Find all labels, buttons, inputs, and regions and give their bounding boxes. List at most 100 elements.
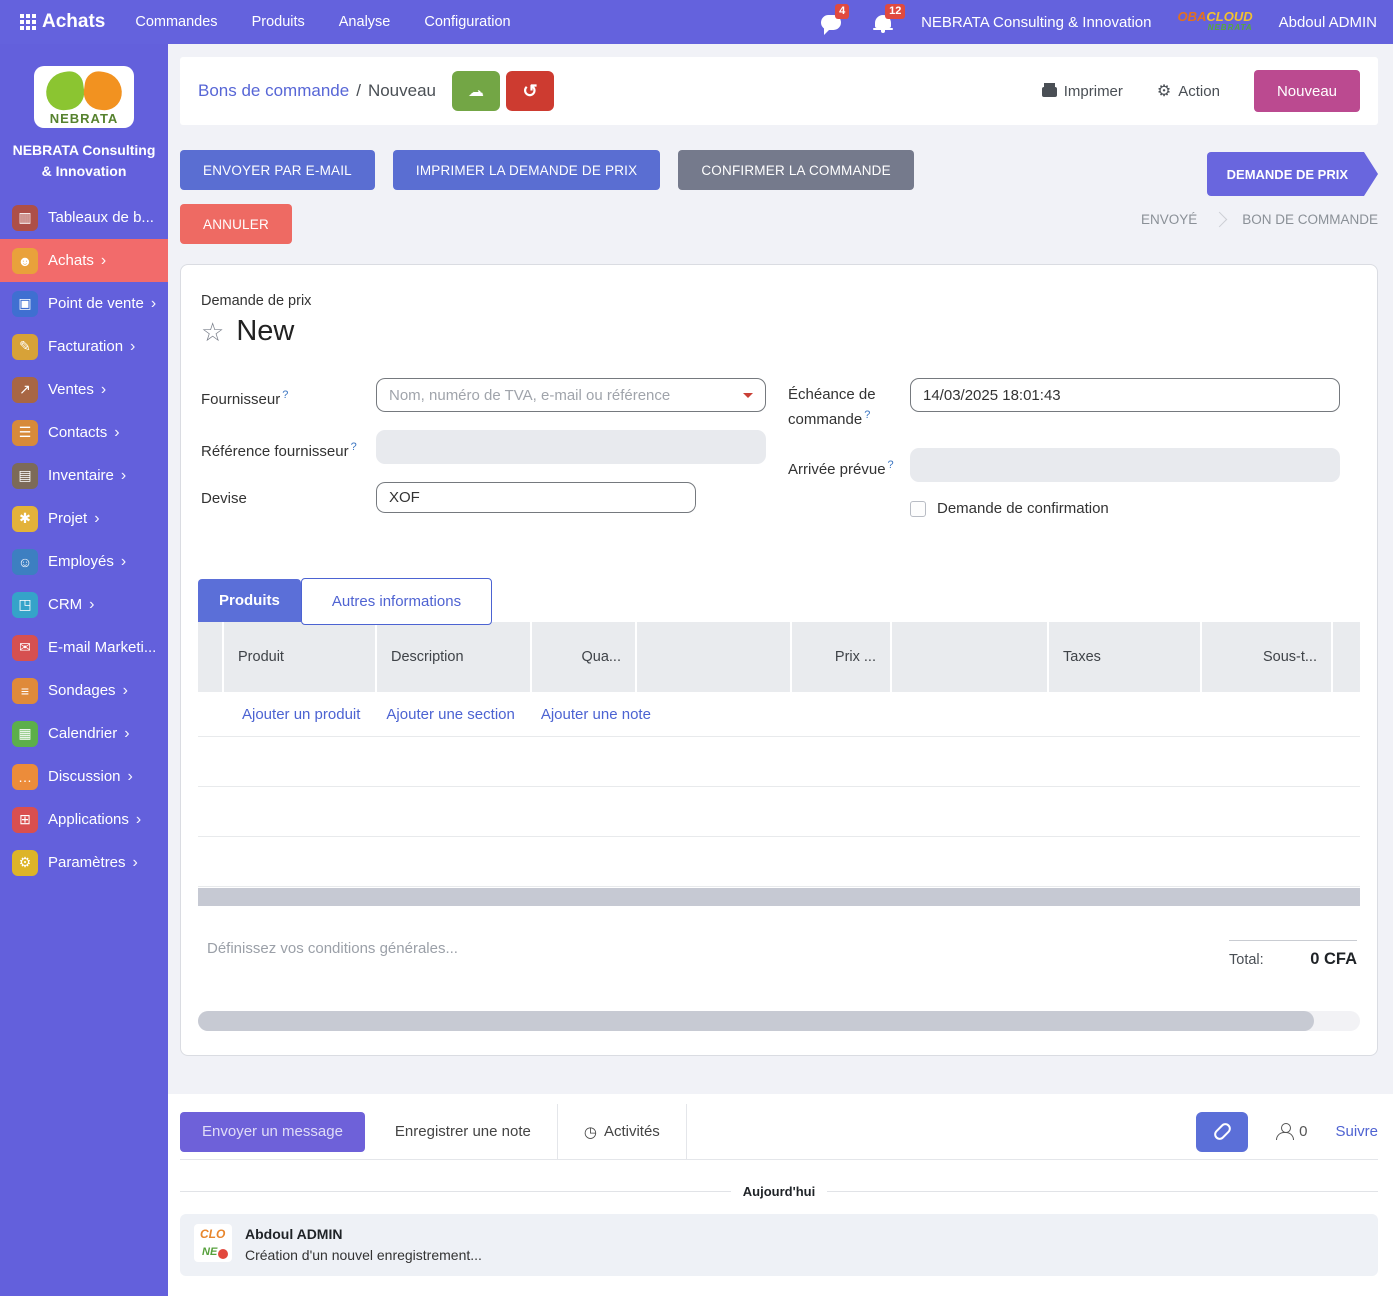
help-marker: ? bbox=[888, 459, 894, 471]
app-name[interactable]: Achats bbox=[42, 11, 105, 33]
chevron-right-icon: › bbox=[101, 252, 106, 270]
devise-input[interactable] bbox=[389, 489, 683, 506]
add-section-link[interactable]: Ajouter une section bbox=[386, 706, 514, 723]
chevron-right-icon bbox=[1212, 212, 1228, 228]
calendar-icon: ▦ bbox=[12, 721, 38, 747]
demande-confirmation-checkbox[interactable] bbox=[910, 501, 926, 517]
chevron-right-icon: › bbox=[128, 768, 133, 786]
divider bbox=[557, 1104, 558, 1160]
column-blank-2 bbox=[892, 622, 1049, 692]
table-horizontal-scrollbar[interactable] bbox=[198, 888, 1360, 906]
form-horizontal-scrollbar bbox=[198, 1011, 1360, 1031]
send-email-button[interactable]: ENVOYER PAR E-MAIL bbox=[180, 150, 375, 190]
sidebar-item-inventaire[interactable]: ▤ Inventaire › bbox=[0, 454, 168, 497]
attach-file-button[interactable] bbox=[1196, 1112, 1248, 1152]
sidebar-item-projet[interactable]: ✱ Projet › bbox=[0, 497, 168, 540]
employees-icon: ☺ bbox=[12, 549, 38, 575]
sidebar-item-calendrier[interactable]: ▦ Calendrier › bbox=[0, 712, 168, 755]
status-demande-de-prix[interactable]: DEMANDE DE PRIX bbox=[1207, 152, 1378, 196]
chevron-right-icon: › bbox=[121, 553, 126, 571]
nav-menu-analyse[interactable]: Analyse bbox=[339, 14, 391, 30]
fournisseur-input[interactable] bbox=[389, 387, 753, 404]
sidebar-menu: ▥ Tableaux de b... ☻ Achats › ▣ Point de… bbox=[0, 196, 168, 884]
echeance-field[interactable] bbox=[910, 378, 1340, 412]
apps-grid-icon[interactable] bbox=[20, 14, 24, 18]
message-body: Création d'un nouvel enregistrement... bbox=[245, 1247, 482, 1263]
status-bar: DEMANDE DE PRIX ENVOYÉ BON DE COMMANDE bbox=[1141, 150, 1378, 244]
tab-autres-informations[interactable]: Autres informations bbox=[301, 578, 492, 625]
fournisseur-field[interactable] bbox=[376, 378, 766, 412]
add-note-link[interactable]: Ajouter une note bbox=[541, 706, 651, 723]
email-marketing-icon: ✉ bbox=[12, 635, 38, 661]
notifications-button[interactable]: 12 bbox=[871, 12, 895, 32]
add-product-link[interactable]: Ajouter un produit bbox=[242, 706, 360, 723]
nav-menu-configuration[interactable]: Configuration bbox=[424, 14, 510, 30]
sidebar-item-ventes[interactable]: ↗ Ventes › bbox=[0, 368, 168, 411]
sidebar-item-point-de-vente[interactable]: ▣ Point de vente › bbox=[0, 282, 168, 325]
sidebar-item-sondages[interactable]: ≡ Sondages › bbox=[0, 669, 168, 712]
person-icon bbox=[1276, 1123, 1294, 1140]
sidebar-item-tableaux-de-bord[interactable]: ▥ Tableaux de b... bbox=[0, 196, 168, 239]
help-marker: ? bbox=[282, 389, 288, 401]
send-message-button[interactable]: Envoyer un message bbox=[180, 1112, 365, 1152]
chatter: Envoyer un message Enregistrer une note … bbox=[168, 1094, 1393, 1296]
control-panel: Bons de commande / Nouveau ☁▲ ↺ Imprimer… bbox=[180, 57, 1378, 125]
avatar: CLO NE bbox=[194, 1224, 232, 1262]
discard-button[interactable]: ↺ bbox=[506, 71, 554, 111]
favorite-star-icon[interactable]: ☆ bbox=[201, 319, 224, 345]
cancel-button[interactable]: ANNULER bbox=[180, 204, 292, 244]
chevron-right-icon: › bbox=[121, 467, 126, 485]
notebook-tabs: Produits Autres informations bbox=[198, 575, 1360, 622]
echeance-input[interactable] bbox=[923, 387, 1327, 404]
messages-button[interactable]: 4 bbox=[821, 12, 845, 32]
column-sous-total: Sous-t... bbox=[1202, 622, 1333, 692]
sidebar-item-contacts[interactable]: ☰ Contacts › bbox=[0, 411, 168, 454]
new-button[interactable]: Nouveau bbox=[1254, 70, 1360, 112]
activities-button[interactable]: ◷ Activités bbox=[584, 1123, 660, 1141]
nav-menu-commandes[interactable]: Commandes bbox=[135, 14, 217, 30]
log-note-button[interactable]: Enregistrer une note bbox=[395, 1123, 531, 1140]
column-end bbox=[1333, 622, 1361, 692]
arrivee-prevue-label: Arrivée prévue? bbox=[788, 448, 910, 480]
sidebar-item-discussion[interactable]: … Discussion › bbox=[0, 755, 168, 798]
devise-field[interactable] bbox=[376, 482, 696, 513]
total-block: Total: 0 CFA bbox=[1229, 940, 1357, 969]
sidebar-item-email-marketing[interactable]: ✉ E-mail Marketi... bbox=[0, 626, 168, 669]
save-button[interactable]: ☁▲ bbox=[452, 71, 500, 111]
sidebar-item-applications[interactable]: ⊞ Applications › bbox=[0, 798, 168, 841]
column-description: Description bbox=[377, 622, 532, 692]
reference-fournisseur-label: Référence fournisseur? bbox=[201, 430, 376, 462]
sidebar-item-employes[interactable]: ☺ Employés › bbox=[0, 540, 168, 583]
tab-produits[interactable]: Produits bbox=[198, 579, 301, 622]
status-envoye[interactable]: ENVOYÉ bbox=[1141, 212, 1197, 227]
breadcrumb-separator: / bbox=[356, 81, 361, 101]
breadcrumb-parent[interactable]: Bons de commande bbox=[198, 81, 349, 101]
nav-menu-produits[interactable]: Produits bbox=[252, 14, 305, 30]
print-rfq-button[interactable]: IMPRIMER LA DEMANDE DE PRIX bbox=[393, 150, 660, 190]
sidebar-item-parametres[interactable]: ⚙ Paramètres › bbox=[0, 841, 168, 884]
scrollbar-thumb[interactable] bbox=[198, 1011, 1314, 1031]
top-navbar: Achats Commandes Produits Analyse Config… bbox=[0, 0, 1393, 44]
confirm-order-button[interactable]: CONFIRMER LA COMMANDE bbox=[678, 150, 913, 190]
form-card: Demande de prix ☆ New Fournisseur? Référ… bbox=[180, 264, 1378, 1056]
sidebar-item-crm[interactable]: ◳ CRM › bbox=[0, 583, 168, 626]
print-menu[interactable]: Imprimer bbox=[1042, 83, 1123, 100]
follow-button[interactable]: Suivre bbox=[1335, 1123, 1378, 1140]
demande-confirmation-label: Demande de confirmation bbox=[937, 500, 1109, 517]
clock-icon: ◷ bbox=[584, 1123, 597, 1141]
company-switcher[interactable]: NEBRATA Consulting & Innovation bbox=[921, 14, 1151, 31]
followers-button[interactable]: 0 bbox=[1276, 1123, 1307, 1140]
terms-placeholder[interactable]: Définissez vos conditions générales... bbox=[207, 940, 458, 969]
messages-badge: 4 bbox=[835, 4, 849, 19]
action-menu[interactable]: ⚙ Action bbox=[1157, 81, 1220, 101]
user-menu[interactable]: Abdoul ADMIN bbox=[1279, 14, 1377, 31]
sidebar-item-achats[interactable]: ☻ Achats › bbox=[0, 239, 168, 282]
status-bon-de-commande[interactable]: BON DE COMMANDE bbox=[1242, 212, 1378, 227]
followers-count: 0 bbox=[1299, 1123, 1307, 1140]
dropdown-caret-icon bbox=[743, 393, 753, 403]
date-divider: Aujourd'hui bbox=[180, 1184, 1378, 1199]
record-title: New bbox=[236, 315, 294, 348]
obacloud-logo: OBACLOUDNEBRATA bbox=[1178, 11, 1253, 33]
sidebar-item-facturation[interactable]: ✎ Facturation › bbox=[0, 325, 168, 368]
chevron-right-icon: › bbox=[94, 510, 99, 528]
